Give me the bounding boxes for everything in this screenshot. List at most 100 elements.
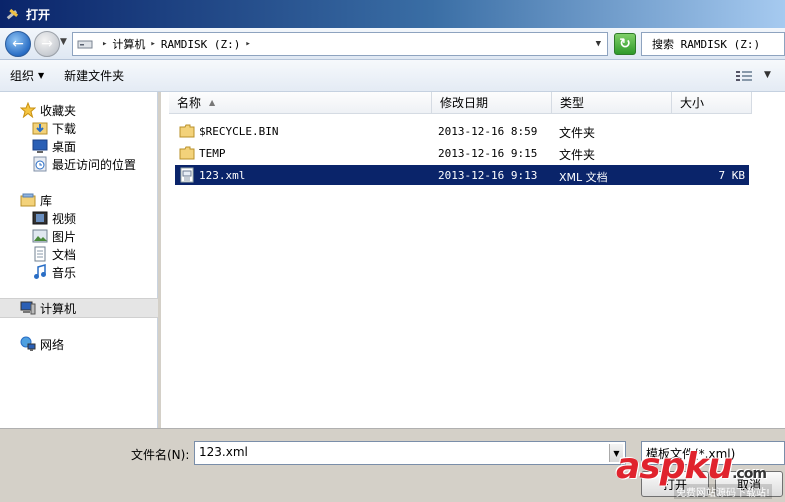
music-icon xyxy=(34,264,46,279)
column-header-label: 修改日期 xyxy=(440,96,489,110)
sort-ascending-icon: ▲ xyxy=(209,98,216,107)
file-type-filter-value: 模板文件(*.xml) xyxy=(646,447,736,461)
sidebar-item-recent-places[interactable]: 最近访问的位置 xyxy=(0,154,158,174)
file-size: 7 KB xyxy=(718,169,746,182)
breadcrumb-separator-icon[interactable]: ▸ xyxy=(150,39,155,49)
title-bar: 打开 xyxy=(0,0,785,28)
chevron-down-icon[interactable]: ▼ xyxy=(609,444,623,462)
sidebar-item-label: 桌面 xyxy=(52,139,77,154)
cancel-button[interactable]: 取消 xyxy=(715,471,783,497)
desktop-icon xyxy=(32,139,48,153)
column-header-type[interactable]: 类型 xyxy=(552,92,672,114)
address-bar[interactable]: ▸ 计算机 ▸ RAMDISK (Z:) ▸ ▼ xyxy=(72,32,608,56)
sidebar-item-documents[interactable]: 文档 xyxy=(0,244,158,264)
arrow-right-icon: → xyxy=(41,36,53,52)
xml-file-icon xyxy=(180,167,194,183)
sidebar-item-label: 网络 xyxy=(40,337,65,352)
column-header-name[interactable]: 名称 ▲ xyxy=(169,92,432,114)
organize-button[interactable]: 组织 ▼ xyxy=(0,67,54,84)
sidebar-item-network[interactable]: 网络 xyxy=(0,334,158,354)
file-type: XML 文档 xyxy=(559,171,608,184)
sidebar-favorites-header[interactable]: 收藏夹 xyxy=(0,100,158,120)
file-name: 123.xml xyxy=(199,169,246,182)
address-history-dropdown-icon[interactable]: ▼ xyxy=(596,39,601,49)
file-row[interactable]: TEMP 2013-12-16 9:15 文件夹 xyxy=(175,143,749,163)
filename-input[interactable] xyxy=(199,445,599,459)
sidebar-item-label: 音乐 xyxy=(52,265,77,280)
organize-label: 组织 xyxy=(10,69,35,83)
file-name: TEMP xyxy=(199,147,226,160)
sidebar-item-videos[interactable]: 视频 xyxy=(0,208,158,228)
command-toolbar: 组织 ▼ 新建文件夹 ▼ xyxy=(0,60,785,92)
recent-places-icon xyxy=(33,156,47,172)
app-tools-icon xyxy=(6,8,19,20)
sidebar-item-label: 下载 xyxy=(52,121,77,136)
library-icon xyxy=(20,193,36,207)
sidebar-item-label: 计算机 xyxy=(40,301,77,316)
search-placeholder: 搜索 RAMDISK (Z:) xyxy=(652,38,761,51)
column-header-label: 大小 xyxy=(680,96,705,110)
search-input[interactable]: 搜索 RAMDISK (Z:) xyxy=(641,32,785,56)
new-folder-label: 新建文件夹 xyxy=(64,69,125,83)
view-options-icon[interactable] xyxy=(735,69,753,83)
sidebar-item-computer[interactable]: 计算机 xyxy=(0,298,158,318)
folder-icon xyxy=(179,146,195,160)
address-row: ← → ▼ ▸ 计算机 ▸ RAMDISK (Z:) ▸ ▼ ↻ 搜索 RAMD… xyxy=(0,28,785,60)
file-row[interactable]: $RECYCLE.BIN 2013-12-16 8:59 文件夹 xyxy=(175,121,749,141)
back-button[interactable]: ← xyxy=(5,31,31,57)
recent-pages-dropdown-icon[interactable]: ▼ xyxy=(60,37,67,47)
downloads-folder-icon xyxy=(32,122,48,135)
cancel-button-label: 取消 xyxy=(736,477,761,492)
view-dropdown-icon[interactable]: ▼ xyxy=(764,70,771,80)
refresh-button[interactable]: ↻ xyxy=(614,33,636,55)
file-name: $RECYCLE.BIN xyxy=(199,125,279,138)
file-row-selected[interactable]: 123.xml 2013-12-16 9:13 XML 文档 7 KB xyxy=(175,165,749,185)
column-header-size[interactable]: 大小 xyxy=(672,92,752,114)
sidebar-item-label: 最近访问的位置 xyxy=(52,157,137,172)
filename-field[interactable]: ▼ xyxy=(194,441,626,465)
documents-icon xyxy=(34,246,46,262)
file-type: 文件夹 xyxy=(559,126,596,140)
dialog-buttons: 打开 取消 xyxy=(641,471,785,499)
sidebar-item-pictures[interactable]: 图片 xyxy=(0,226,158,246)
open-button-label: 打开 xyxy=(662,477,687,492)
computer-icon xyxy=(20,301,36,315)
chevron-down-icon: ▼ xyxy=(38,71,45,80)
file-type-filter[interactable]: 模板文件(*.xml) xyxy=(641,441,785,465)
breadcrumb-separator-icon[interactable]: ▸ xyxy=(245,39,250,49)
refresh-icon: ↻ xyxy=(619,36,631,52)
window-title: 打开 xyxy=(26,7,51,22)
sidebar-favorites-label: 收藏夹 xyxy=(40,103,77,118)
file-date: 2013-12-16 8:59 xyxy=(438,125,538,138)
column-header-date[interactable]: 修改日期 xyxy=(432,92,552,114)
file-type: 文件夹 xyxy=(559,148,596,162)
arrow-left-icon: ← xyxy=(12,36,24,52)
column-header-label: 类型 xyxy=(560,96,585,110)
breadcrumb-computer[interactable]: 计算机 xyxy=(112,36,145,52)
column-header-label: 名称 xyxy=(177,96,202,110)
sidebar-libraries-label: 库 xyxy=(40,193,53,208)
video-icon xyxy=(32,211,48,225)
open-button[interactable]: 打开 xyxy=(641,471,709,497)
forward-button[interactable]: → xyxy=(34,31,60,57)
file-date: 2013-12-16 9:15 xyxy=(438,147,538,160)
file-date: 2013-12-16 9:13 xyxy=(438,169,538,182)
breadcrumb-ramdisk[interactable]: RAMDISK (Z:) xyxy=(161,38,240,51)
new-folder-button[interactable]: 新建文件夹 xyxy=(54,67,134,84)
filename-label: 文件名(N): xyxy=(131,448,190,462)
sidebar-item-downloads[interactable]: 下载 xyxy=(0,118,158,138)
bottom-panel: 文件名(N): ▼ 模板文件(*.xml) 打开 取消 xyxy=(0,428,785,502)
computer-drive-icon xyxy=(77,40,93,49)
sidebar-libraries-header[interactable]: 库 xyxy=(0,190,158,210)
star-icon xyxy=(20,102,36,118)
sidebar-item-label: 文档 xyxy=(52,247,77,262)
sidebar-item-music[interactable]: 音乐 xyxy=(0,262,158,282)
navigation-pane: 收藏夹 下载 桌面 最近访问的位置 库 视频 图片 文档 音乐 计算机 网络 xyxy=(0,92,158,428)
file-list-pane: 名称 ▲ 修改日期 类型 大小 $RECYCLE.BIN 2013-12-16 … xyxy=(161,92,785,428)
pictures-icon xyxy=(32,229,48,243)
folder-icon xyxy=(179,124,195,138)
breadcrumb-separator-icon[interactable]: ▸ xyxy=(102,39,107,49)
sidebar-item-label: 图片 xyxy=(52,229,77,244)
sidebar-item-label: 视频 xyxy=(52,211,77,226)
sidebar-item-desktop[interactable]: 桌面 xyxy=(0,136,158,156)
